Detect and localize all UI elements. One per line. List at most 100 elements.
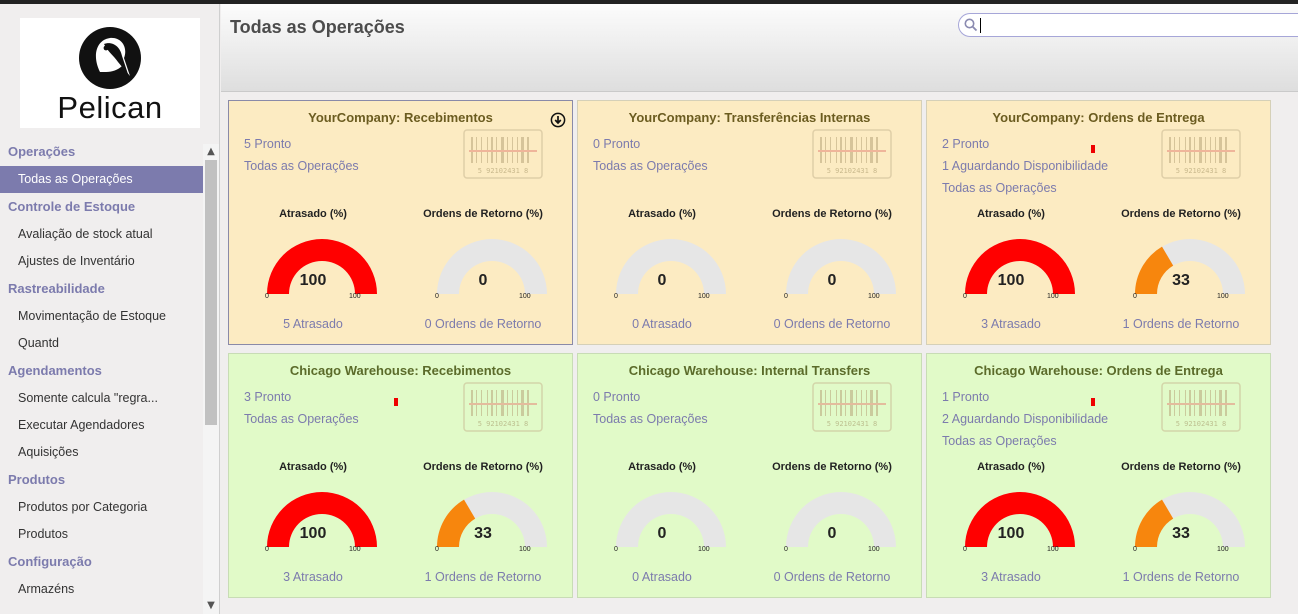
sidebar-section-header: Agendamentos: [8, 363, 102, 378]
late-gauge-value: 0: [657, 525, 667, 542]
company-logo[interactable]: Pelican: [20, 18, 200, 128]
card-link[interactable]: 2 Pronto: [942, 135, 1108, 157]
card-link[interactable]: 1 Pronto: [942, 388, 1108, 410]
sidebar-item[interactable]: Movimentação de Estoque: [0, 303, 203, 330]
gauge-min-label: 0: [963, 293, 967, 300]
sidebar-section-header: Rastreabilidade: [8, 281, 105, 296]
barcode-icon: 5 92102431 8: [1161, 382, 1241, 432]
gauge-max-label: 100: [1217, 293, 1229, 300]
return-gauge: [1135, 492, 1245, 547]
card-links: 0 Pronto Todas as Operações: [593, 135, 708, 179]
sidebar-scrollbar[interactable]: ▲ ▼: [203, 144, 219, 614]
logo-text: Pelican: [57, 90, 163, 125]
operation-card[interactable]: Chicago Warehouse: Internal Transfers 0 P…: [577, 353, 922, 598]
gauge-max-label: 100: [868, 293, 880, 300]
card-link[interactable]: 1 Aguardando Disponibilidade: [942, 157, 1108, 179]
return-count-link[interactable]: 0 Ordens de Retorno: [398, 317, 568, 331]
card-title[interactable]: Chicago Warehouse: Ordens de Entrega: [927, 363, 1270, 378]
card-title[interactable]: Chicago Warehouse: Recebimentos: [229, 363, 572, 378]
operation-card[interactable]: YourCompany: Transferências Internas 0 Pr…: [577, 100, 922, 345]
operation-card[interactable]: YourCompany: Ordens de Entrega 2 Pronto 1 …: [926, 100, 1271, 345]
card-link[interactable]: 3 Pronto: [244, 388, 359, 410]
gauge-max-label: 100: [519, 546, 531, 553]
barcode-icon: 5 92102431 8: [812, 382, 892, 432]
card-title[interactable]: YourCompany: Transferências Internas: [578, 110, 921, 125]
card-links: 2 Pronto 1 Aguardando Disponibilidade Toda…: [942, 135, 1108, 201]
late-count-link[interactable]: 0 Atrasado: [577, 570, 747, 584]
return-gauge-value: 33: [1172, 272, 1190, 289]
scroll-thumb[interactable]: [205, 160, 217, 425]
return-gauge: [1135, 239, 1245, 294]
return-count-link[interactable]: 1 Ordens de Retorno: [1096, 317, 1266, 331]
page-header: Todas as Operações: [221, 4, 1298, 92]
late-gauge-value: 0: [657, 272, 667, 289]
card-link[interactable]: 0 Pronto: [593, 388, 708, 410]
operation-card[interactable]: Chicago Warehouse: Recebimentos 3 Pronto T…: [228, 353, 573, 598]
barcode-number: 5 92102431 8: [478, 420, 529, 428]
late-count-link[interactable]: 3 Atrasado: [228, 570, 398, 584]
card-title[interactable]: YourCompany: Recebimentos: [229, 110, 572, 125]
gauge-max-label: 100: [1217, 546, 1229, 553]
late-count-link[interactable]: 0 Atrasado: [577, 317, 747, 331]
barcode-number: 5 92102431 8: [827, 420, 878, 428]
late-count-link[interactable]: 5 Atrasado: [228, 317, 398, 331]
card-title[interactable]: YourCompany: Ordens de Entrega: [927, 110, 1270, 125]
late-gauge-title: Atrasado (%): [977, 461, 1045, 473]
sidebar-item[interactable]: Armazéns: [0, 576, 203, 603]
card-link[interactable]: 0 Pronto: [593, 135, 708, 157]
return-count-link[interactable]: 1 Ordens de Retorno: [1096, 570, 1266, 584]
late-gauge: [965, 239, 1075, 294]
late-gauge: [965, 492, 1075, 547]
sidebar-section-header: Produtos: [8, 472, 66, 487]
return-gauge-title: Ordens de Retorno (%): [1121, 208, 1241, 220]
sidebar-item[interactable]: Quantd: [0, 330, 203, 357]
card-link[interactable]: Todas as Operações: [942, 179, 1108, 201]
late-gauge: [267, 492, 377, 547]
gauge-max-label: 100: [868, 546, 880, 553]
card-link[interactable]: 5 Pronto: [244, 135, 359, 157]
late-gauge-title: Atrasado (%): [279, 208, 347, 220]
late-gauge: [616, 239, 726, 294]
card-link[interactable]: Todas as Operações: [244, 157, 359, 179]
search-input[interactable]: [958, 13, 1298, 37]
return-gauge-value: 0: [827, 525, 837, 542]
operation-card[interactable]: YourCompany: Recebimentos 5 Pronto Todas a…: [228, 100, 573, 345]
card-links: 3 Pronto Todas as Operações: [244, 388, 359, 432]
sidebar-item[interactable]: Avaliação de stock atual: [0, 221, 203, 248]
return-count-link[interactable]: 1 Ordens de Retorno: [398, 570, 568, 584]
return-count-link[interactable]: 0 Ordens de Retorno: [747, 570, 917, 584]
page-title: Todas as Operações: [230, 17, 405, 37]
scroll-up-icon[interactable]: ▲: [203, 144, 219, 160]
card-link[interactable]: Todas as Operações: [244, 410, 359, 432]
gauge-min-label: 0: [1133, 293, 1137, 300]
sidebar-item[interactable]: Produtos por Categoria: [0, 494, 203, 521]
sidebar-item[interactable]: Ajustes de Inventário: [0, 248, 203, 275]
late-count-link[interactable]: 3 Atrasado: [926, 317, 1096, 331]
sidebar-item[interactable]: Executar Agendadores: [0, 412, 203, 439]
return-count-link[interactable]: 0 Ordens de Retorno: [747, 317, 917, 331]
card-title[interactable]: Chicago Warehouse: Internal Transfers: [578, 363, 921, 378]
late-gauge-value: 100: [299, 525, 327, 542]
card-link[interactable]: Todas as Operações: [593, 410, 708, 432]
barcode-icon: 5 92102431 8: [463, 382, 543, 432]
gauge-max-label: 100: [349, 293, 361, 300]
card-link[interactable]: Todas as Operações: [942, 432, 1108, 454]
barcode-icon: 5 92102431 8: [1161, 129, 1241, 179]
operation-card[interactable]: Chicago Warehouse: Ordens de Entrega 1 Pr…: [926, 353, 1271, 598]
gauge-max-label: 100: [698, 546, 710, 553]
late-count-link[interactable]: 3 Atrasado: [926, 570, 1096, 584]
card-link[interactable]: 2 Aguardando Disponibilidade: [942, 410, 1108, 432]
late-gauge-value: 100: [997, 525, 1025, 542]
sidebar-item[interactable]: Aquisições: [0, 439, 203, 466]
card-link[interactable]: Todas as Operações: [593, 157, 708, 179]
sidebar-item[interactable]: Somente calcula "regra...: [0, 385, 203, 412]
sidebar-item[interactable]: Produtos: [0, 521, 203, 548]
sidebar-item[interactable]: Todas as Operações: [0, 166, 203, 193]
pelican-logo-icon: [79, 27, 141, 89]
return-gauge-title: Ordens de Retorno (%): [423, 461, 543, 473]
return-gauge-title: Ordens de Retorno (%): [772, 208, 892, 220]
alert-marker: [394, 398, 398, 406]
scroll-down-icon[interactable]: ▼: [203, 598, 219, 614]
return-gauge: [786, 492, 896, 547]
download-icon[interactable]: [550, 112, 566, 128]
